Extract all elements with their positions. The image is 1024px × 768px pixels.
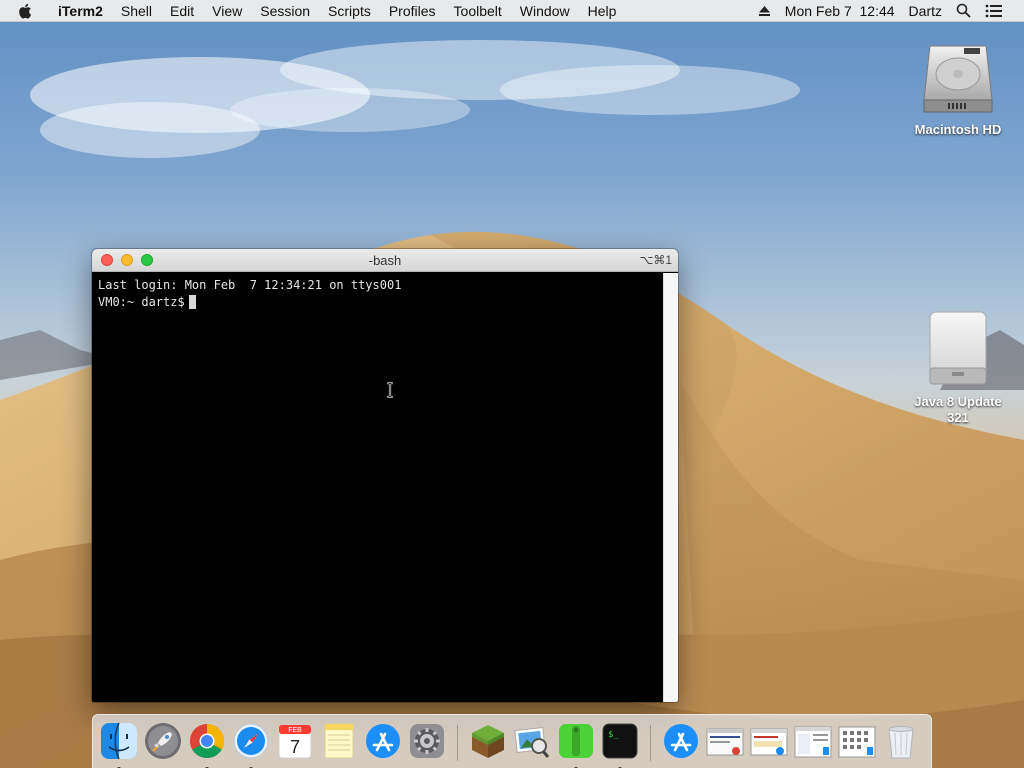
dock-trash[interactable] [881, 721, 921, 761]
calendar-day-text: 7 [290, 737, 300, 757]
prompt-line: VM0:~ dartz$ [98, 294, 663, 311]
chrome-icon [190, 724, 224, 758]
menu-bar: iTerm2 Shell Edit View Session Scripts P… [0, 0, 1024, 22]
window-thumbnail-icon [794, 726, 832, 758]
terminal-scrollbar[interactable] [663, 273, 678, 702]
macintosh-hd-desktop-icon[interactable]: Macintosh HD [903, 36, 1013, 138]
dock: FEB 7 $_ [92, 714, 932, 768]
shell-prompt: VM0:~ dartz$ [98, 295, 185, 309]
app-store-icon [366, 724, 400, 758]
finder-icon [101, 722, 137, 760]
dock-app-store[interactable] [363, 721, 403, 761]
dock-gpu-app[interactable] [556, 721, 596, 768]
calendar-icon: FEB 7 [278, 724, 312, 759]
menu-view[interactable]: View [203, 0, 251, 22]
dock-recent-window-2[interactable] [749, 721, 789, 761]
menu-app-iterm2[interactable]: iTerm2 [50, 0, 112, 22]
menubar-clock[interactable]: Mon Feb 7 12:44 [778, 0, 902, 22]
app-store-icon [664, 724, 698, 758]
minecraft-grass-block-icon [472, 725, 504, 758]
eject-icon[interactable] [751, 0, 778, 22]
dock-chrome[interactable] [187, 721, 227, 768]
dock-separator [457, 725, 458, 761]
launchpad-grid-thumbnail-icon [838, 726, 876, 758]
calendar-month-text: FEB [288, 727, 302, 734]
apple-logo-icon [19, 3, 31, 18]
dock-separator [650, 725, 651, 761]
preview-photos-icon [514, 727, 550, 758]
last-login-line: Last login: Mon Feb 7 12:34:21 on ttys00… [98, 278, 402, 292]
window-thumbnail-icon [750, 728, 788, 756]
green-battery-app-icon [559, 724, 593, 758]
dock-recent-window-4[interactable] [837, 721, 877, 761]
disk-image-icon [929, 311, 987, 385]
menu-shell[interactable]: Shell [112, 0, 161, 22]
dock-safari[interactable] [231, 721, 271, 768]
notes-icon [324, 723, 354, 759]
dock-iterm2[interactable]: $_ [600, 721, 640, 768]
window-title: -bash [368, 253, 402, 268]
menubar-user[interactable]: Dartz [902, 0, 949, 22]
notification-center-icon[interactable] [978, 0, 1010, 22]
iterm-window[interactable]: -bash ⌥⌘1 Last login: Mon Feb 7 12:34:21… [92, 249, 678, 702]
macintosh-hd-label: Macintosh HD [914, 122, 1002, 137]
menu-edit[interactable]: Edit [161, 0, 203, 22]
dock-recent-window-1[interactable] [705, 721, 745, 761]
terminal-glyph-text: $_ [608, 730, 619, 740]
java-update-label-line-1: Java 8 Update [914, 394, 1002, 409]
dock-launchpad[interactable] [143, 721, 183, 761]
safari-compass-icon [233, 723, 269, 759]
dock-minecraft[interactable] [468, 721, 508, 761]
menu-window[interactable]: Window [511, 0, 579, 22]
window-titlebar[interactable]: -bash ⌥⌘1 [92, 249, 678, 272]
terminal-output[interactable]: Last login: Mon Feb 7 12:34:21 on ttys00… [92, 273, 663, 702]
dock-finder[interactable] [99, 721, 139, 768]
dock-recent-window-3[interactable] [793, 721, 833, 761]
menu-session[interactable]: Session [251, 0, 319, 22]
menu-help[interactable]: Help [579, 0, 626, 22]
desktop: iTerm2 Shell Edit View Session Scripts P… [0, 0, 1024, 768]
launchpad-rocket-icon [145, 723, 181, 759]
java-update-label-line-2: 321 [947, 410, 969, 425]
java-update-desktop-icon[interactable]: Java 8 Update 321 [903, 308, 1013, 426]
terminal-cursor [188, 295, 196, 309]
gear-icon [410, 724, 444, 758]
dock-preview[interactable] [512, 721, 552, 761]
menu-scripts[interactable]: Scripts [319, 0, 380, 22]
spotlight-search-icon[interactable] [949, 0, 978, 22]
ibeam-cursor-icon [387, 382, 393, 398]
dock-system-preferences[interactable] [407, 721, 447, 761]
window-thumbnail-icon [706, 728, 744, 756]
menu-toolbelt[interactable]: Toolbelt [445, 0, 511, 22]
trash-icon [888, 726, 914, 759]
menu-profiles[interactable]: Profiles [380, 0, 445, 22]
dock-app-store-downloads[interactable] [661, 721, 701, 761]
apple-menu-icon[interactable] [18, 0, 36, 22]
hard-drive-icon [923, 45, 993, 113]
dock-calendar[interactable]: FEB 7 [275, 721, 315, 761]
terminal-icon: $_ [602, 723, 638, 759]
window-shortcut-label: ⌥⌘1 [639, 253, 672, 267]
menubar-status-area: Mon Feb 7 12:44 Dartz [751, 0, 1024, 22]
dock-notes[interactable] [319, 721, 359, 761]
